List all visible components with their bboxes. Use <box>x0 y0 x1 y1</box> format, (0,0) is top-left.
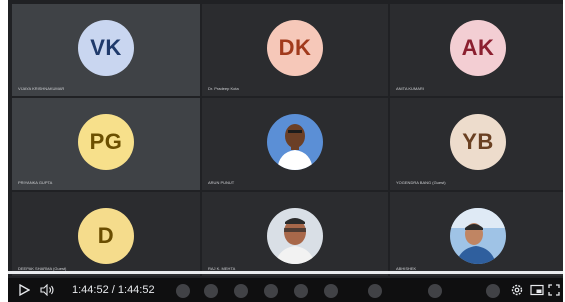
participant-name: ARUN PUNUT <box>208 180 235 185</box>
gear-icon <box>511 284 523 296</box>
participant-tile[interactable]: PG PRIYANKA GUPTA <box>12 98 200 190</box>
volume-icon <box>40 284 54 296</box>
participant-avatar: PG <box>78 114 134 170</box>
participant-tile[interactable]: DK Dr. Pradeep Kota <box>202 4 388 96</box>
participant-tile[interactable]: D DEEPAK SHARMA (Guest) <box>12 192 200 276</box>
player-controls: 1:44:52 / 1:44:52 <box>8 278 563 302</box>
avatar-initials: VK <box>90 35 122 60</box>
participant-chip <box>204 284 218 298</box>
participant-tile[interactable]: YB YOGENDRA BANG (Guest) <box>390 98 563 190</box>
avatar-initials: DK <box>278 35 312 60</box>
participant-avatar: DK <box>267 20 323 76</box>
miniplayer-button[interactable] <box>530 278 544 302</box>
settings-button[interactable] <box>510 278 524 302</box>
participant-chip <box>324 284 338 298</box>
meeting-recording-view: VK VIJAYA KRISHNAKUMAR DK Dr. Pradeep Ko… <box>8 0 563 278</box>
time-separator: / <box>111 284 115 296</box>
participant-chip <box>428 284 442 298</box>
participant-chip <box>486 284 500 298</box>
participant-tile[interactable]: RAJ K. MEHTA <box>202 192 388 276</box>
participant-photo <box>450 208 506 264</box>
participant-grid: VK VIJAYA KRISHNAKUMAR DK Dr. Pradeep Ko… <box>12 4 563 276</box>
participant-photo <box>267 208 323 264</box>
participant-name: YOGENDRA BANG (Guest) <box>396 180 446 185</box>
participant-tile[interactable]: ABHISHEK <box>390 192 563 276</box>
person-photo-icon <box>450 208 506 264</box>
duration: 1:44:52 <box>117 284 155 296</box>
participant-chip <box>234 284 248 298</box>
participant-avatar: VK <box>78 20 134 76</box>
person-photo-icon <box>267 208 323 264</box>
avatar-initials: PG <box>89 129 123 154</box>
play-icon <box>19 284 30 296</box>
participant-avatar: D <box>78 208 134 264</box>
participant-tile[interactable]: AK ANITA KUMARI <box>390 4 563 96</box>
seek-bar-fill <box>8 271 563 274</box>
avatar-initials: AK <box>461 35 495 60</box>
fullscreen-icon <box>548 284 560 296</box>
participant-chip <box>294 284 308 298</box>
participant-tile[interactable]: ARUN PUNUT <box>202 98 388 190</box>
participant-name: VIJAYA KRISHNAKUMAR <box>18 86 65 91</box>
participant-photo <box>267 114 323 170</box>
participant-chip <box>264 284 278 298</box>
person-photo-icon <box>267 114 323 170</box>
participant-chip <box>176 284 190 298</box>
play-button[interactable] <box>18 278 30 302</box>
participant-tile[interactable]: VK VIJAYA KRISHNAKUMAR <box>12 4 200 96</box>
time-display: 1:44:52 / 1:44:52 <box>72 278 155 302</box>
participant-name: Dr. Pradeep Kota <box>208 86 239 91</box>
seek-bar[interactable] <box>8 271 563 274</box>
miniplayer-icon <box>530 284 544 296</box>
participant-avatar: AK <box>450 20 506 76</box>
current-time: 1:44:52 <box>72 284 109 296</box>
fullscreen-button[interactable] <box>548 278 560 302</box>
avatar-initials: YB <box>462 129 494 154</box>
volume-button[interactable] <box>40 278 56 302</box>
participant-avatar: YB <box>450 114 506 170</box>
participant-chip <box>368 284 382 298</box>
avatar-initials: D <box>97 223 115 248</box>
participant-name: PRIYANKA GUPTA <box>18 180 53 185</box>
participant-name: ANITA KUMARI <box>396 86 424 91</box>
